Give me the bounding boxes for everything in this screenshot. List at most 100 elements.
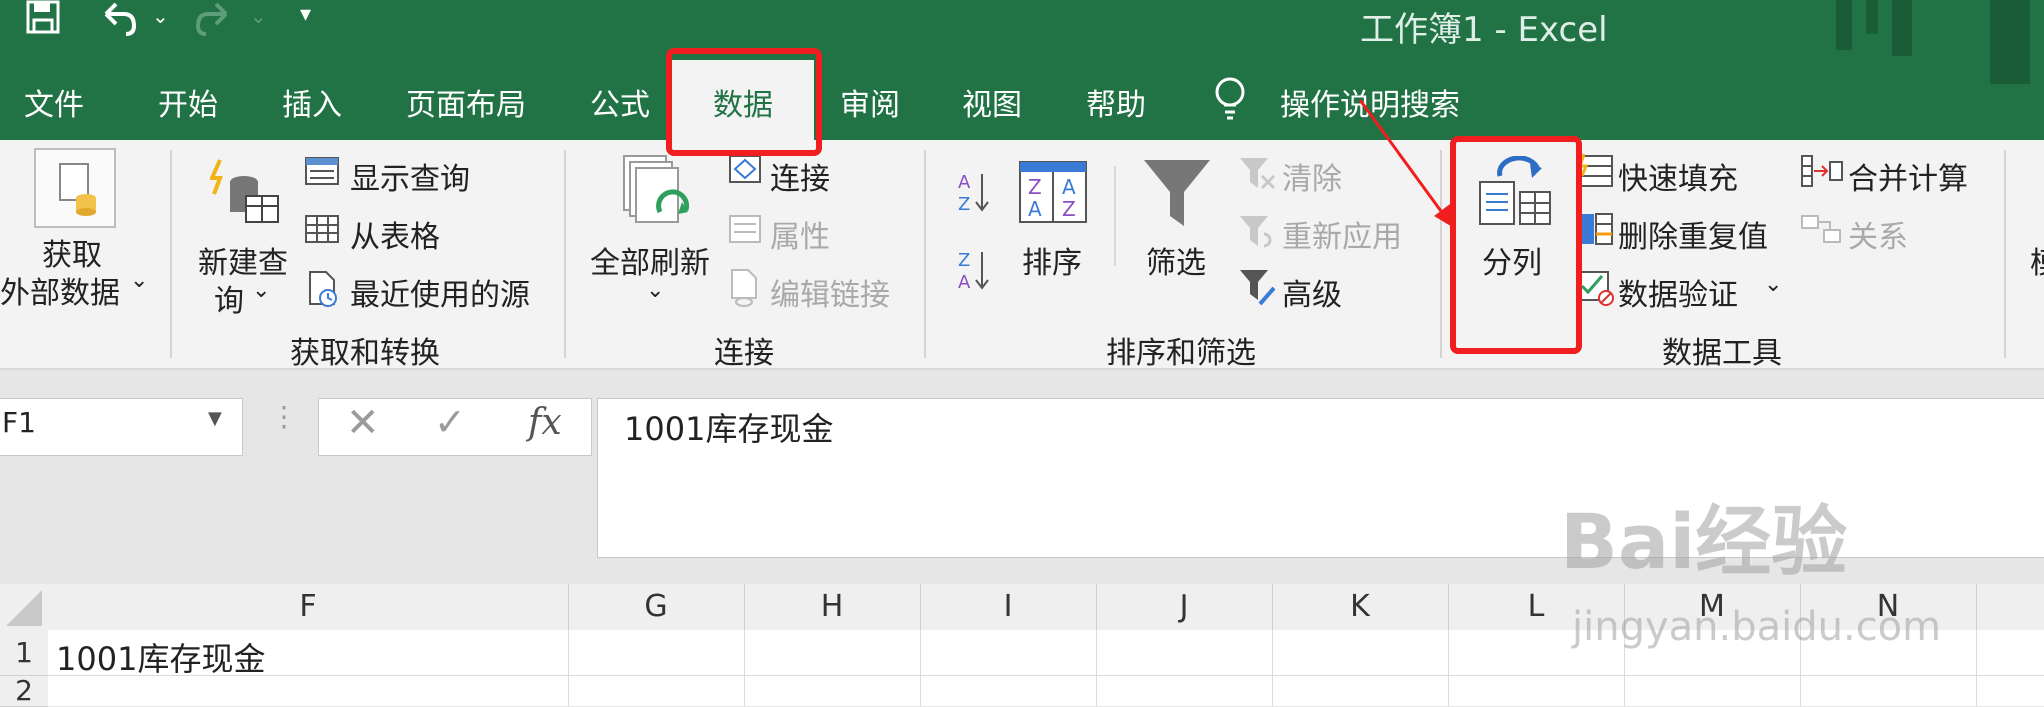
tab-formulas[interactable]: 公式 (590, 80, 650, 124)
formula-content: 1001库存现金 (624, 410, 834, 448)
group-separator (1114, 166, 1116, 266)
chevron-down-icon: ⌄ (252, 278, 271, 303)
tab-page-layout[interactable]: 页面布局 (406, 80, 526, 124)
svg-text:A: A (958, 172, 971, 193)
data-validation-button[interactable]: 数据验证 (1618, 270, 1738, 314)
name-box-value: F1 (2, 406, 36, 439)
banner-decoration (1892, 0, 1912, 56)
svg-text:A: A (1062, 175, 1076, 199)
svg-text:Z: Z (958, 194, 970, 215)
consolidate-button[interactable]: 合并计算 (1848, 154, 1968, 198)
group-separator (924, 150, 926, 358)
tab-file[interactable]: 文件 (24, 80, 84, 124)
edit-links-icon (731, 269, 757, 307)
connections-button[interactable]: 连接 (770, 154, 830, 198)
relationships-button: 关系 (1848, 220, 1908, 255)
flash-fill-icon (1577, 153, 1613, 187)
flash-fill-button[interactable]: 快速填充 (1618, 154, 1738, 198)
annotation-arrow-icon (1358, 99, 1454, 228)
watermark: Bai经验 (1560, 497, 1848, 586)
table-icon (305, 215, 339, 243)
next-group-partial: 模 (2030, 238, 2044, 282)
filter-icon[interactable] (1142, 156, 1212, 230)
svg-text:Z: Z (958, 250, 970, 271)
column-gridline (920, 630, 921, 706)
name-box-dropdown-icon[interactable]: ▼ (208, 408, 222, 429)
row-header-1[interactable]: 1 (0, 630, 48, 676)
clear-button: 清除 (1282, 162, 1342, 197)
svg-text:A: A (1028, 197, 1042, 221)
from-table-button[interactable]: 从表格 (350, 212, 440, 256)
clear-filter-icon (1240, 158, 1276, 190)
undo-dropdown-icon[interactable]: ⌄ (152, 4, 169, 28)
chevron-down-icon: ⌄ (646, 278, 665, 303)
advanced-filter-icon (1240, 270, 1276, 306)
advanced-button[interactable]: 高级 (1282, 270, 1342, 314)
relationships-icon (1801, 215, 1841, 243)
column-gridline (1272, 630, 1273, 706)
enter-icon[interactable]: ✓ (434, 400, 466, 444)
name-box[interactable] (0, 398, 243, 456)
chevron-down-icon: ⌄ (130, 268, 149, 293)
filter-button[interactable]: 筛选 (1146, 238, 1206, 282)
cancel-icon[interactable]: ✕ (346, 400, 380, 446)
connections-icon (729, 155, 761, 183)
get-external-data-button[interactable] (34, 148, 116, 228)
select-all-button[interactable] (0, 584, 48, 630)
insert-function-button[interactable]: fx (528, 402, 562, 443)
svg-text:Z: Z (1062, 197, 1076, 221)
vertical-dots-icon[interactable]: ⋮ (270, 400, 298, 433)
row-header-2[interactable]: 2 (0, 676, 48, 707)
window-title: 工作簿1 - Excel (1360, 10, 1608, 50)
database-icon (59, 163, 96, 216)
undo-icon[interactable] (98, 0, 138, 40)
tab-insert[interactable]: 插入 (282, 80, 342, 124)
banner-decoration (1990, 0, 2030, 84)
sort-button[interactable]: 排序 (1022, 238, 1082, 282)
group-label-get-transform: 获取和转换 (290, 336, 440, 371)
column-header-k[interactable]: K (1272, 584, 1449, 630)
redo-dropdown-icon: ⌄ (250, 4, 267, 28)
sort-z-to-a-icon[interactable]: Z A (956, 246, 992, 296)
refresh-all-icon[interactable] (620, 152, 700, 236)
column-gridline (568, 630, 569, 706)
group-separator (170, 150, 172, 358)
tab-help[interactable]: 帮助 (1086, 80, 1146, 124)
column-header-f[interactable]: F (48, 584, 569, 630)
column-gridline (1976, 630, 1977, 706)
column-gridline (744, 630, 745, 706)
show-query-button[interactable]: 显示查询 (350, 154, 470, 198)
reapply-icon (1240, 216, 1272, 248)
banner-decoration (1866, 0, 1878, 34)
column-header-h[interactable]: H (744, 584, 921, 630)
new-query-icon[interactable] (210, 156, 280, 226)
refresh-all-button[interactable]: 全部刷新 (590, 238, 710, 282)
consolidate-icon (1801, 155, 1843, 187)
edit-links-button: 编辑链接 (770, 278, 890, 313)
sort-icon[interactable]: Z A A Z (1018, 160, 1088, 224)
recent-sources-button[interactable]: 最近使用的源 (350, 270, 530, 314)
customize-toolbar-icon[interactable]: ▾ (300, 2, 311, 27)
highlight-box-data-tab (666, 48, 822, 156)
group-label-connections: 连接 (714, 336, 774, 371)
recent-sources-icon (309, 271, 337, 307)
data-validation-icon (1577, 271, 1614, 306)
svg-text:A: A (958, 272, 971, 293)
column-header-j[interactable]: J (1096, 584, 1273, 630)
watermark-subtitle: jingyan.baidu.com (1572, 604, 1942, 650)
remove-duplicates-button[interactable]: 删除重复值 (1618, 212, 1768, 256)
save-icon[interactable] (20, 0, 68, 40)
new-query-label-2[interactable]: 询 (214, 276, 244, 320)
redo-icon[interactable] (194, 0, 234, 40)
cell-f1[interactable]: 1001库存现金 (56, 634, 265, 680)
column-header-i[interactable]: I (920, 584, 1097, 630)
tab-view[interactable]: 视图 (962, 80, 1022, 124)
tab-home[interactable]: 开始 (158, 80, 218, 124)
sort-a-to-z-icon[interactable]: A Z (956, 168, 992, 218)
show-query-icon (305, 157, 339, 185)
chevron-down-icon: ⌄ (1764, 272, 1783, 297)
column-header-g[interactable]: G (568, 584, 745, 630)
get-external-data-label-2: 外部数据 (0, 276, 120, 311)
tab-review[interactable]: 审阅 (840, 80, 900, 124)
properties-icon (729, 215, 761, 243)
